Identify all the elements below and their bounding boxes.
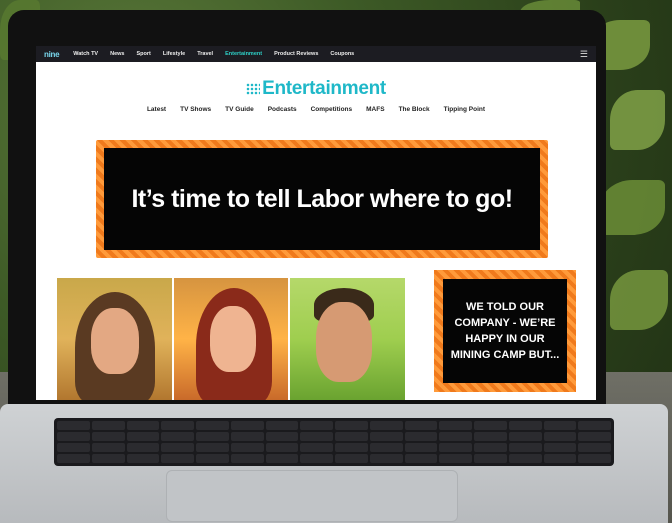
subnav-tv-guide[interactable]: TV Guide <box>225 106 254 113</box>
subnav-mafs[interactable]: MAFS <box>366 106 384 113</box>
subnav-tipping-point[interactable]: Tipping Point <box>444 106 485 113</box>
subnav-the-block[interactable]: The Block <box>399 106 430 113</box>
subnav-tv-shows[interactable]: TV Shows <box>180 106 211 113</box>
article-photo[interactable] <box>290 278 406 400</box>
browser-screen: nine Watch TV News Sport Lifestyle Trave… <box>36 46 596 400</box>
face-shape <box>91 308 139 374</box>
subnav-podcasts[interactable]: Podcasts <box>268 106 297 113</box>
leaf-decoration <box>610 90 665 150</box>
section-title-text: Entertainment <box>262 78 386 99</box>
section-subnav: Latest TV Shows TV Guide Podcasts Compet… <box>36 106 596 113</box>
article-photo[interactable] <box>173 278 289 400</box>
nav-news[interactable]: News <box>110 51 124 57</box>
top-navigation: nine Watch TV News Sport Lifestyle Trave… <box>36 46 596 62</box>
subnav-competitions[interactable]: Competitions <box>311 106 353 113</box>
subnav-latest[interactable]: Latest <box>147 106 166 113</box>
nav-lifestyle[interactable]: Lifestyle <box>163 51 185 57</box>
face-shape <box>316 302 373 382</box>
menu-icon[interactable]: ☰ <box>580 49 588 60</box>
nav-watch-tv[interactable]: Watch TV <box>73 51 98 57</box>
nine-logo[interactable]: nine <box>44 50 60 59</box>
laptop-base <box>0 404 668 523</box>
leaf-decoration <box>610 270 668 330</box>
nav-coupons[interactable]: Coupons <box>330 51 354 57</box>
side-ad[interactable]: WE TOLD OUR COMPANY - WE’RE HAPPY IN OUR… <box>434 270 576 392</box>
article-photo-strip[interactable] <box>57 278 406 400</box>
nav-product-reviews[interactable]: Product Reviews <box>274 51 318 57</box>
side-ad-text: WE TOLD OUR COMPANY - WE’RE HAPPY IN OUR… <box>443 279 567 383</box>
section-title[interactable]: Entertainment <box>36 78 596 100</box>
laptop-lid: nine Watch TV News Sport Lifestyle Trave… <box>8 10 606 410</box>
ad-banner-headline: It’s time to tell Labor where to go! <box>104 148 540 250</box>
keyboard <box>54 418 614 466</box>
nav-entertainment[interactable]: Entertainment <box>225 51 262 57</box>
article-photo[interactable] <box>57 278 172 400</box>
nav-travel[interactable]: Travel <box>197 51 213 57</box>
trackpad <box>166 470 458 522</box>
nav-sport[interactable]: Sport <box>136 51 150 57</box>
face-shape <box>209 306 256 372</box>
leaf-decoration <box>600 180 665 235</box>
nine-dots-icon <box>246 83 261 95</box>
ad-banner[interactable]: It’s time to tell Labor where to go! <box>96 140 548 258</box>
